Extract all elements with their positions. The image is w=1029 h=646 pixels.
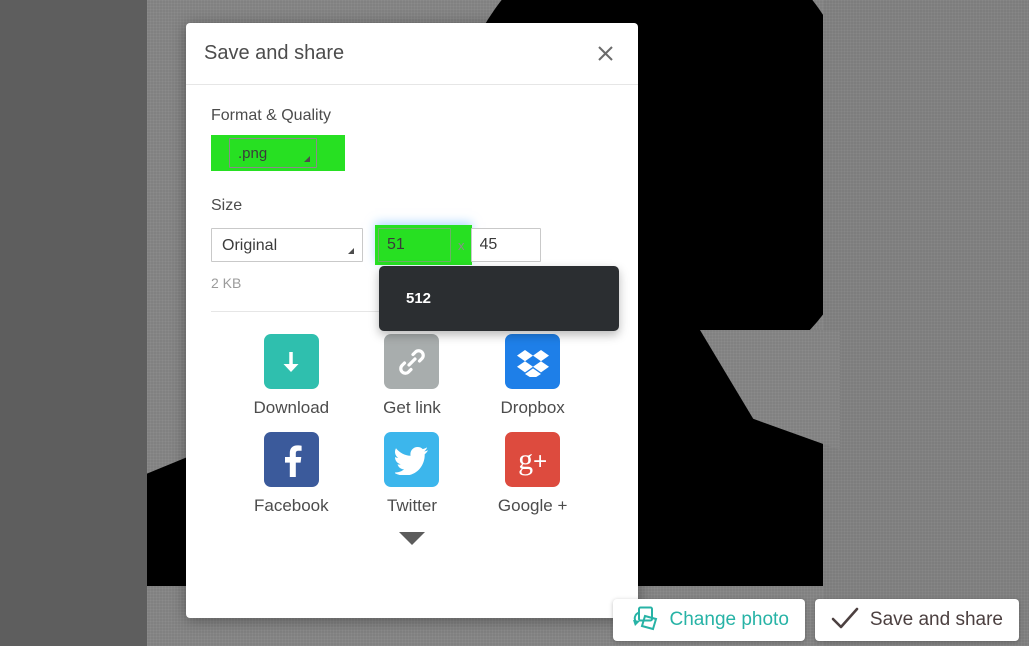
close-icon[interactable] bbox=[590, 39, 620, 69]
save-and-share-button[interactable]: Save and share bbox=[814, 599, 1019, 641]
size-row: Original x bbox=[211, 225, 613, 265]
share-target-download[interactable]: Download bbox=[231, 334, 352, 418]
format-quality-label: Format & Quality bbox=[211, 107, 332, 124]
size-suggestion-dropdown[interactable]: 512 bbox=[379, 266, 619, 331]
link-chain-icon bbox=[384, 334, 440, 389]
canvas-right-panel bbox=[823, 0, 1029, 646]
size-preset-select[interactable]: Original bbox=[211, 228, 363, 262]
dialog-header: Save and share bbox=[186, 23, 638, 85]
share-label: Download bbox=[253, 398, 330, 417]
facebook-icon bbox=[263, 432, 319, 487]
format-select-highlight: .png bbox=[211, 135, 345, 171]
share-target-facebook[interactable]: Facebook bbox=[231, 432, 352, 516]
share-label: Get link bbox=[383, 398, 441, 417]
suggestion-item[interactable]: 512 bbox=[406, 290, 431, 307]
save-and-share-dialog: Save and share Format & Quality .png Siz… bbox=[186, 23, 638, 618]
format-select-wrapper[interactable]: .png bbox=[229, 138, 317, 168]
size-separator: x bbox=[458, 237, 465, 253]
download-arrow-icon bbox=[263, 334, 319, 389]
page-title: Save and share bbox=[204, 42, 345, 64]
swap-photos-icon bbox=[629, 604, 659, 637]
width-input[interactable] bbox=[378, 228, 451, 262]
dropbox-icon bbox=[505, 334, 561, 389]
share-target-get-link[interactable]: Get link bbox=[352, 334, 473, 418]
share-target-google-plus[interactable]: g+ Google + bbox=[472, 432, 593, 516]
size-preset-wrapper[interactable]: Original bbox=[211, 228, 363, 262]
share-targets-grid: Download Get link Dropbox Facebook Twitt… bbox=[211, 312, 613, 516]
google-plus-icon: g+ bbox=[505, 432, 561, 487]
share-label: Dropbox bbox=[500, 398, 565, 417]
share-label: Google + bbox=[497, 496, 568, 515]
check-icon bbox=[831, 606, 859, 635]
chevron-down-icon[interactable] bbox=[399, 532, 425, 545]
twitter-bird-icon bbox=[384, 432, 440, 487]
share-label: Twitter bbox=[386, 496, 438, 515]
height-input[interactable] bbox=[470, 228, 541, 262]
share-target-dropbox[interactable]: Dropbox bbox=[472, 334, 593, 418]
size-label: Size bbox=[211, 197, 243, 214]
share-target-twitter[interactable]: Twitter bbox=[352, 432, 473, 516]
save-and-share-label: Save and share bbox=[869, 609, 1003, 630]
format-select[interactable]: .png bbox=[229, 138, 317, 168]
share-label: Facebook bbox=[253, 496, 329, 515]
action-bar: Change photo Save and share bbox=[612, 599, 1019, 641]
change-photo-button[interactable]: Change photo bbox=[612, 599, 805, 641]
change-photo-label: Change photo bbox=[669, 609, 789, 630]
